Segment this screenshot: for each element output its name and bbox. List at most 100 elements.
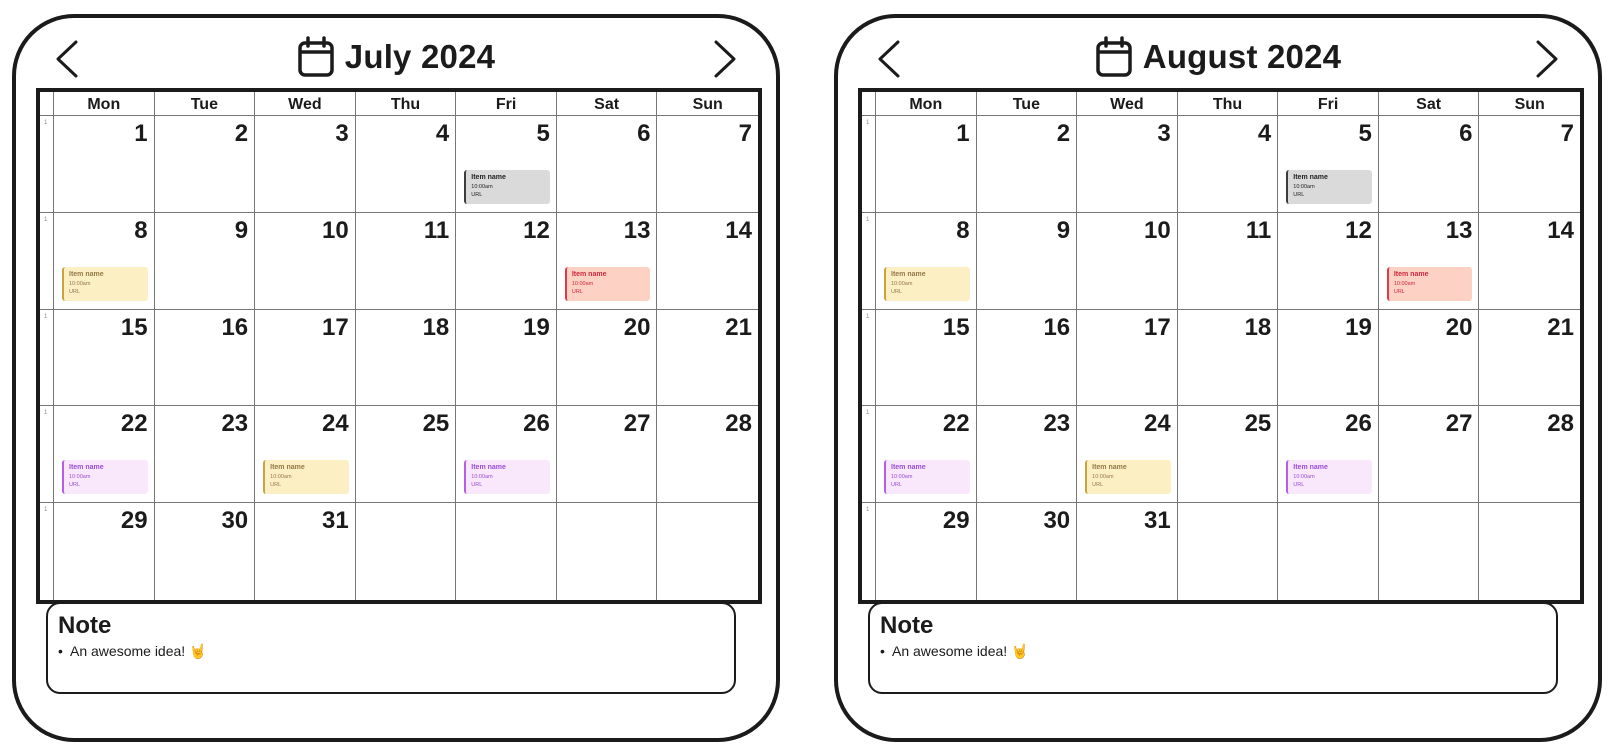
day-cell[interactable]: 24 Item name 10:00am URL — [255, 406, 356, 504]
day-cell[interactable]: 8 Item name 10:00am URL — [54, 212, 155, 310]
day-cell[interactable]: 7 — [1479, 116, 1580, 213]
day-cell[interactable]: 20 — [556, 309, 658, 407]
event-item[interactable]: Item name 10:00am URL — [564, 266, 651, 301]
day-cell[interactable]: 5 Item name 10:00am URL — [456, 116, 557, 213]
event-name: Item name — [891, 270, 926, 278]
day-cell[interactable]: 26 Item name 10:00am URL — [456, 406, 557, 504]
day-cell[interactable] — [456, 503, 557, 600]
day-cell[interactable]: 2 — [976, 116, 1078, 213]
day-cell[interactable]: 14 — [1479, 213, 1580, 310]
day-cell[interactable] — [1278, 503, 1379, 600]
day-cell[interactable]: 18 — [1177, 309, 1279, 407]
day-cell[interactable]: 19 — [1278, 309, 1379, 407]
day-cell[interactable]: 22 Item name 10:00am URL — [54, 406, 155, 504]
day-cell[interactable]: 4 — [1177, 116, 1279, 213]
day-cell[interactable]: 17 — [255, 309, 356, 407]
week-marker: 1 — [862, 406, 876, 504]
event-name: Item name — [69, 270, 104, 278]
day-cell[interactable]: 14 — [657, 213, 758, 310]
day-cell[interactable]: 9 — [154, 212, 256, 310]
day-cell[interactable] — [356, 503, 457, 600]
day-cell[interactable] — [657, 503, 758, 600]
event-item[interactable]: Item name 10:00am URL — [1386, 266, 1473, 301]
day-cell[interactable]: 20 — [1378, 309, 1480, 407]
day-cell[interactable]: 3 — [1077, 116, 1178, 213]
event-item[interactable]: Item name 10:00am URL — [62, 266, 148, 301]
day-cell[interactable]: 18 — [355, 309, 457, 407]
day-cell[interactable]: 30 — [977, 503, 1078, 600]
day-cell[interactable] — [1379, 503, 1480, 600]
day-cell[interactable]: 21 — [1479, 310, 1580, 407]
event-item[interactable]: Item name 10:00am URL — [263, 460, 349, 495]
event-item[interactable]: Item name 10:00am URL — [1286, 170, 1372, 204]
week-marker: 1 — [862, 503, 876, 600]
day-cell[interactable]: 30 — [155, 503, 256, 600]
day-cell[interactable]: 4 — [355, 116, 457, 213]
day-cell[interactable]: 3 — [255, 116, 356, 213]
day-cell[interactable]: 29 — [876, 503, 977, 600]
event-item[interactable]: Item name 10:00am URL — [884, 266, 970, 301]
day-cell[interactable]: 23 — [976, 406, 1078, 504]
day-cell[interactable]: 28 — [1479, 406, 1580, 504]
day-cell[interactable]: 13 Item name 10:00am URL — [1378, 212, 1480, 310]
day-cell[interactable]: 12 — [456, 212, 557, 310]
event-url: URL — [571, 288, 583, 295]
day-cell[interactable] — [1178, 503, 1279, 600]
day-cell[interactable]: 19 — [456, 309, 557, 407]
day-cell[interactable]: 6 — [1378, 116, 1480, 213]
day-cell[interactable]: 8 Item name 10:00am URL — [876, 212, 977, 310]
week-marker: 1 — [862, 309, 876, 407]
day-cell[interactable]: 27 — [556, 406, 658, 504]
day-cell[interactable]: 29 — [54, 503, 155, 600]
day-number: 16 — [1043, 313, 1071, 341]
day-cell[interactable]: 27 — [1378, 406, 1480, 504]
event-item[interactable]: Item name 10:00am URL — [62, 460, 148, 495]
chevron-right-icon[interactable] — [706, 36, 742, 82]
day-cell[interactable]: 15 — [54, 309, 155, 407]
day-number: 22 — [942, 410, 970, 438]
day-cell[interactable] — [1479, 503, 1580, 600]
note-item: An awesome idea! 🤘 — [880, 642, 1546, 660]
day-cell[interactable]: 5 Item name 10:00am URL — [1278, 116, 1379, 213]
day-cell[interactable]: 2 — [154, 116, 256, 213]
event-name: Item name — [69, 464, 104, 472]
day-cell[interactable]: 10 — [255, 212, 356, 310]
day-number: 21 — [1547, 313, 1574, 341]
day-cell[interactable]: 28 — [657, 406, 758, 504]
day-cell[interactable]: 11 — [1177, 212, 1279, 310]
day-cell[interactable]: 7 — [657, 116, 758, 213]
week-column-header — [862, 92, 876, 116]
calendar-grid: Mon Tue Wed Thu Fri Sat Sun 1 1 2 3 4 5 Item name 10:0… — [858, 88, 1584, 604]
day-number: 15 — [120, 313, 148, 341]
day-cell[interactable]: 22 Item name 10:00am URL — [876, 406, 977, 504]
chevron-right-icon[interactable] — [1528, 36, 1564, 82]
weekday-header: Mon — [54, 92, 155, 116]
day-cell[interactable]: 31 — [1077, 503, 1178, 600]
day-cell[interactable]: 16 — [976, 309, 1078, 407]
day-cell[interactable]: 10 — [1077, 212, 1178, 310]
day-cell[interactable]: 23 — [154, 406, 256, 504]
day-cell[interactable]: 11 — [355, 212, 457, 310]
day-cell[interactable]: 12 — [1278, 212, 1379, 310]
day-cell[interactable]: 25 — [1177, 406, 1279, 504]
month-calendar-august: August 2024 Mon Tue Wed Thu Fri Sat Sun 1 1 2 3 4 5 I… — [834, 14, 1602, 742]
event-item[interactable]: Item name 10:00am URL — [464, 170, 550, 204]
day-cell[interactable]: 17 — [1077, 309, 1178, 407]
event-item[interactable]: Item name 10:00am URL — [464, 460, 550, 495]
event-item[interactable]: Item name 10:00am URL — [884, 460, 970, 495]
day-cell[interactable]: 1 — [876, 116, 977, 213]
day-cell[interactable]: 1 — [54, 116, 155, 213]
day-cell[interactable]: 9 — [976, 212, 1078, 310]
day-cell[interactable]: 26 Item name 10:00am URL — [1278, 406, 1379, 504]
day-cell[interactable]: 24 Item name 10:00am URL — [1077, 406, 1178, 504]
day-cell[interactable] — [557, 503, 658, 600]
day-cell[interactable]: 13 Item name 10:00am URL — [556, 212, 658, 310]
day-cell[interactable]: 16 — [154, 309, 256, 407]
day-cell[interactable]: 25 — [355, 406, 457, 504]
day-cell[interactable]: 15 — [876, 309, 977, 407]
event-item[interactable]: Item name 10:00am URL — [1085, 460, 1171, 495]
day-cell[interactable]: 31 — [255, 503, 356, 600]
event-item[interactable]: Item name 10:00am URL — [1286, 460, 1372, 495]
day-cell[interactable]: 6 — [556, 116, 658, 213]
day-cell[interactable]: 21 — [657, 310, 758, 407]
